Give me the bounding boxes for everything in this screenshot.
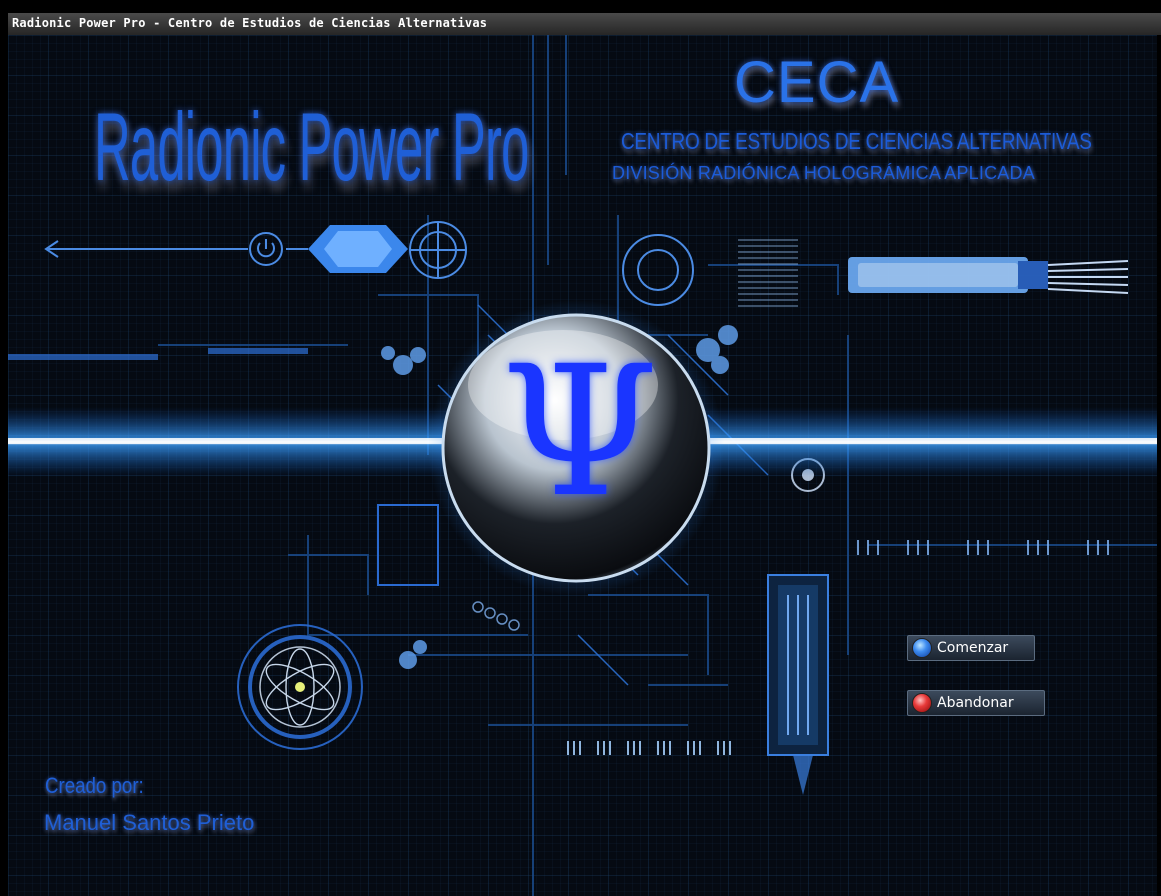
- credits-label: Creado por:: [45, 773, 144, 798]
- app-logo: Radionic Power Pro: [94, 94, 529, 202]
- start-button-label: Comenzar: [937, 640, 1009, 656]
- red-orb-icon: [912, 693, 932, 713]
- division-name: DIVISIÓN RADIÓNICA HOLOGRÁMICA APLICADA: [612, 163, 1035, 183]
- start-button[interactable]: Comenzar: [907, 635, 1035, 661]
- quit-button[interactable]: Abandonar: [907, 690, 1045, 716]
- org-full-name: CENTRO DE ESTUDIOS DE CIENCIAS ALTERNATI…: [621, 130, 1092, 156]
- org-acronym: CECA: [734, 50, 900, 115]
- splash-screen: Radionic Power Pro CECA CENTRO DE ESTUDI…: [8, 35, 1157, 896]
- psi-symbol: Ψ: [501, 328, 659, 537]
- window-frame-right: [1157, 35, 1161, 896]
- atom-icon: [265, 648, 335, 726]
- window-title: Radionic Power Pro - Centro de Estudios …: [12, 16, 488, 30]
- app-window: Radionic Power Pro - Centro de Estudios …: [0, 0, 1161, 896]
- blue-orb-icon: [912, 638, 932, 658]
- title-bar[interactable]: Radionic Power Pro - Centro de Estudios …: [8, 13, 1161, 36]
- quit-button-label: Abandonar: [937, 695, 1014, 711]
- credits-author: Manuel Santos Prieto: [44, 810, 255, 835]
- window-frame-left: [0, 13, 8, 896]
